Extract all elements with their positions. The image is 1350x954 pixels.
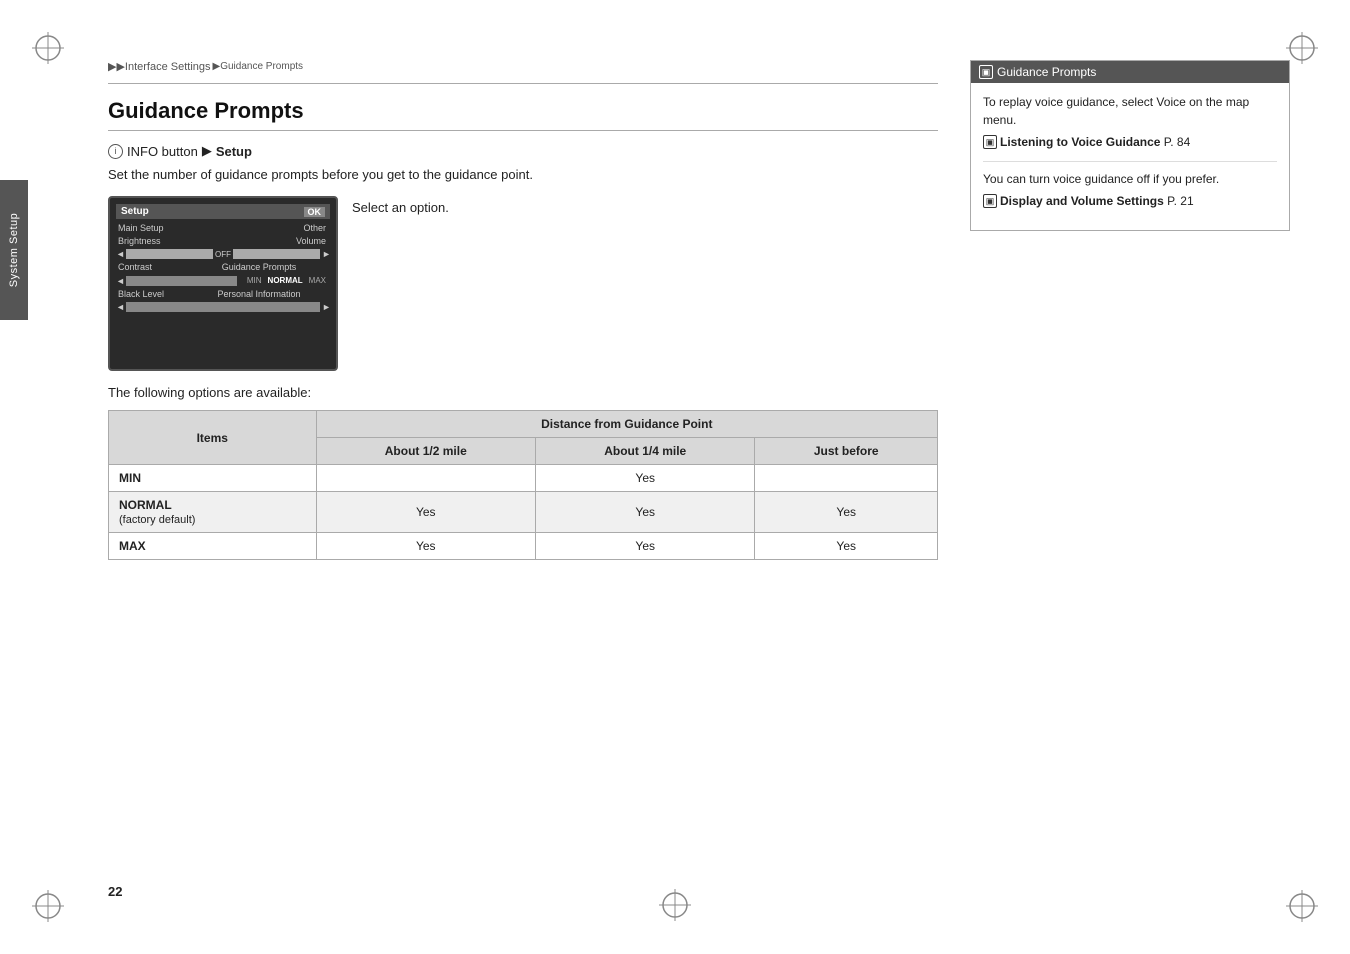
table-subheader-just-before: Just before bbox=[755, 438, 938, 465]
corner-mark-bl bbox=[30, 888, 66, 924]
screen-right-arrow-1: ► bbox=[322, 249, 330, 259]
table-row-normal-col2: Yes bbox=[535, 492, 754, 533]
panel-link1: ▣ Listening to Voice Guidance P. 84 bbox=[983, 133, 1277, 151]
brightness-bar-container bbox=[126, 249, 213, 259]
screen-left-arrow-1: ◄ bbox=[116, 249, 124, 259]
panel-link1-bold: Listening to Voice Guidance bbox=[1000, 135, 1160, 149]
table-row-max-col2: Yes bbox=[535, 533, 754, 560]
panel-link2-icon: ▣ bbox=[983, 194, 997, 208]
screen-row-blacklevel: Black Level Personal Information bbox=[116, 289, 330, 299]
contrast-bar bbox=[126, 276, 237, 286]
table-items-header: Items bbox=[109, 411, 317, 465]
info-icon: i bbox=[108, 144, 123, 159]
table-row: MAX Yes Yes Yes bbox=[109, 533, 938, 560]
screen-row-brightness-bar: ◄ OFF ► bbox=[116, 249, 330, 259]
info-text-before: INFO button bbox=[127, 144, 198, 159]
table-distance-header: Distance from Guidance Point bbox=[316, 411, 937, 438]
panel-body-text2: You can turn voice guidance off if you p… bbox=[983, 170, 1277, 188]
screen-title: Setup bbox=[121, 206, 149, 217]
screen-title-bar: Setup OK bbox=[116, 204, 330, 219]
screen-area: Setup OK Main Setup Other Brightness Vol… bbox=[108, 196, 938, 371]
right-panel-header: ▣ Guidance Prompts bbox=[971, 61, 1289, 83]
guidance-table: Items Distance from Guidance Point About… bbox=[108, 410, 938, 560]
panel-link1-page: P. 84 bbox=[1160, 135, 1190, 149]
panel-header-icon: ▣ bbox=[979, 65, 993, 79]
screen-row-contrast-bar: ◄ MIN NORMAL MAX bbox=[116, 275, 330, 286]
right-panel-box: ▣ Guidance Prompts To replay voice guida… bbox=[970, 60, 1290, 231]
option-max: MAX bbox=[309, 276, 326, 285]
device-screen: Setup OK Main Setup Other Brightness Vol… bbox=[108, 196, 338, 371]
info-bold-text: Setup bbox=[216, 144, 252, 159]
option-normal: NORMAL bbox=[268, 276, 303, 285]
right-panel-body: To replay voice guidance, select Voice o… bbox=[971, 83, 1289, 230]
breadcrumb: ▶▶Interface Settings ▶Guidance Prompts bbox=[108, 60, 938, 73]
table-row-normal-label: NORMAL (factory default) bbox=[109, 492, 317, 533]
screen-label-brightness: Brightness bbox=[116, 236, 188, 246]
info-arrow: ▶ bbox=[202, 143, 212, 159]
panel-link1-text: Listening to Voice Guidance P. 84 bbox=[1000, 133, 1190, 151]
guidance-options: MIN NORMAL MAX bbox=[243, 275, 330, 286]
brightness-bar bbox=[126, 249, 213, 259]
panel-link2-page: P. 21 bbox=[1164, 194, 1194, 208]
breadcrumb-item-1: ▶▶Interface Settings bbox=[108, 60, 211, 73]
screen-guidance-prompts-label: Guidance Prompts bbox=[188, 262, 330, 272]
screen-row-brightness: Brightness Volume bbox=[116, 236, 330, 246]
hr-sub bbox=[108, 130, 938, 131]
table-row-max-col3: Yes bbox=[755, 533, 938, 560]
table-row-min-label: MIN bbox=[109, 465, 317, 492]
table-row-min-col1 bbox=[316, 465, 535, 492]
option-min: MIN bbox=[247, 276, 262, 285]
bottom-center-mark bbox=[657, 887, 693, 926]
table-row-normal-sublabel: (factory default) bbox=[119, 514, 195, 526]
panel-link2-text: Display and Volume Settings P. 21 bbox=[1000, 192, 1194, 210]
panel-link1-icon: ▣ bbox=[983, 135, 997, 149]
screen-label-contrast: Contrast bbox=[116, 262, 188, 272]
panel-divider bbox=[983, 161, 1277, 162]
caption-text: Select an option. bbox=[352, 196, 449, 215]
breadcrumb-arrow: ▶Guidance Prompts bbox=[213, 61, 304, 72]
screen-left-arrow-3: ◄ bbox=[116, 302, 124, 312]
table-row: NORMAL (factory default) Yes Yes Yes bbox=[109, 492, 938, 533]
screen-personal-info: Personal Information bbox=[188, 289, 330, 299]
table-subheader-quarter-mile: About 1/4 mile bbox=[535, 438, 754, 465]
table-row-normal-col3: Yes bbox=[755, 492, 938, 533]
table-subheader-half-mile: About 1/2 mile bbox=[316, 438, 535, 465]
table-row-max-label: MAX bbox=[109, 533, 317, 560]
description-text: Set the number of guidance prompts befor… bbox=[108, 167, 938, 182]
side-tab-label: System Setup bbox=[8, 213, 20, 287]
table-row-normal-col1: Yes bbox=[316, 492, 535, 533]
screen-row-1: Main Setup Other bbox=[116, 223, 330, 233]
table-row-min-col3 bbox=[755, 465, 938, 492]
screen-label-main: Main Setup bbox=[116, 223, 188, 233]
following-text: The following options are available: bbox=[108, 385, 938, 400]
right-panel: ▣ Guidance Prompts To replay voice guida… bbox=[970, 60, 1290, 231]
screen-off-label: OFF bbox=[215, 250, 231, 259]
panel-link2: ▣ Display and Volume Settings P. 21 bbox=[983, 192, 1277, 210]
table-row-min-col2: Yes bbox=[535, 465, 754, 492]
screen-row-contrast: Contrast Guidance Prompts bbox=[116, 262, 330, 272]
screen-left-arrow-2: ◄ bbox=[116, 276, 124, 286]
table-row-max-col1: Yes bbox=[316, 533, 535, 560]
hr-top bbox=[108, 83, 938, 84]
table-row: MIN Yes bbox=[109, 465, 938, 492]
screen-right-arrow-3: ► bbox=[322, 302, 330, 312]
table-header-row: Items Distance from Guidance Point bbox=[109, 411, 938, 438]
panel-header-text: Guidance Prompts bbox=[997, 65, 1096, 79]
screen-volume-label: Volume bbox=[188, 236, 330, 246]
blacklevel-bar bbox=[126, 302, 320, 312]
volume-bar bbox=[233, 249, 320, 259]
page-number: 22 bbox=[108, 884, 122, 899]
panel-link2-bold: Display and Volume Settings bbox=[1000, 194, 1164, 208]
main-content: ▶▶Interface Settings ▶Guidance Prompts G… bbox=[108, 60, 938, 560]
page-title: Guidance Prompts bbox=[108, 98, 938, 124]
info-line: i INFO button ▶ Setup bbox=[108, 143, 938, 159]
screen-row-blacklevel-bar: ◄ ► bbox=[116, 302, 330, 312]
corner-mark-tl bbox=[30, 30, 66, 66]
screen-label-blacklevel: Black Level bbox=[116, 289, 188, 299]
side-tab: System Setup bbox=[0, 180, 28, 320]
corner-mark-br bbox=[1284, 888, 1320, 924]
panel-body-text1: To replay voice guidance, select Voice o… bbox=[983, 93, 1277, 129]
screen-other: Other bbox=[188, 223, 330, 233]
screen-ok-button[interactable]: OK bbox=[304, 207, 326, 217]
